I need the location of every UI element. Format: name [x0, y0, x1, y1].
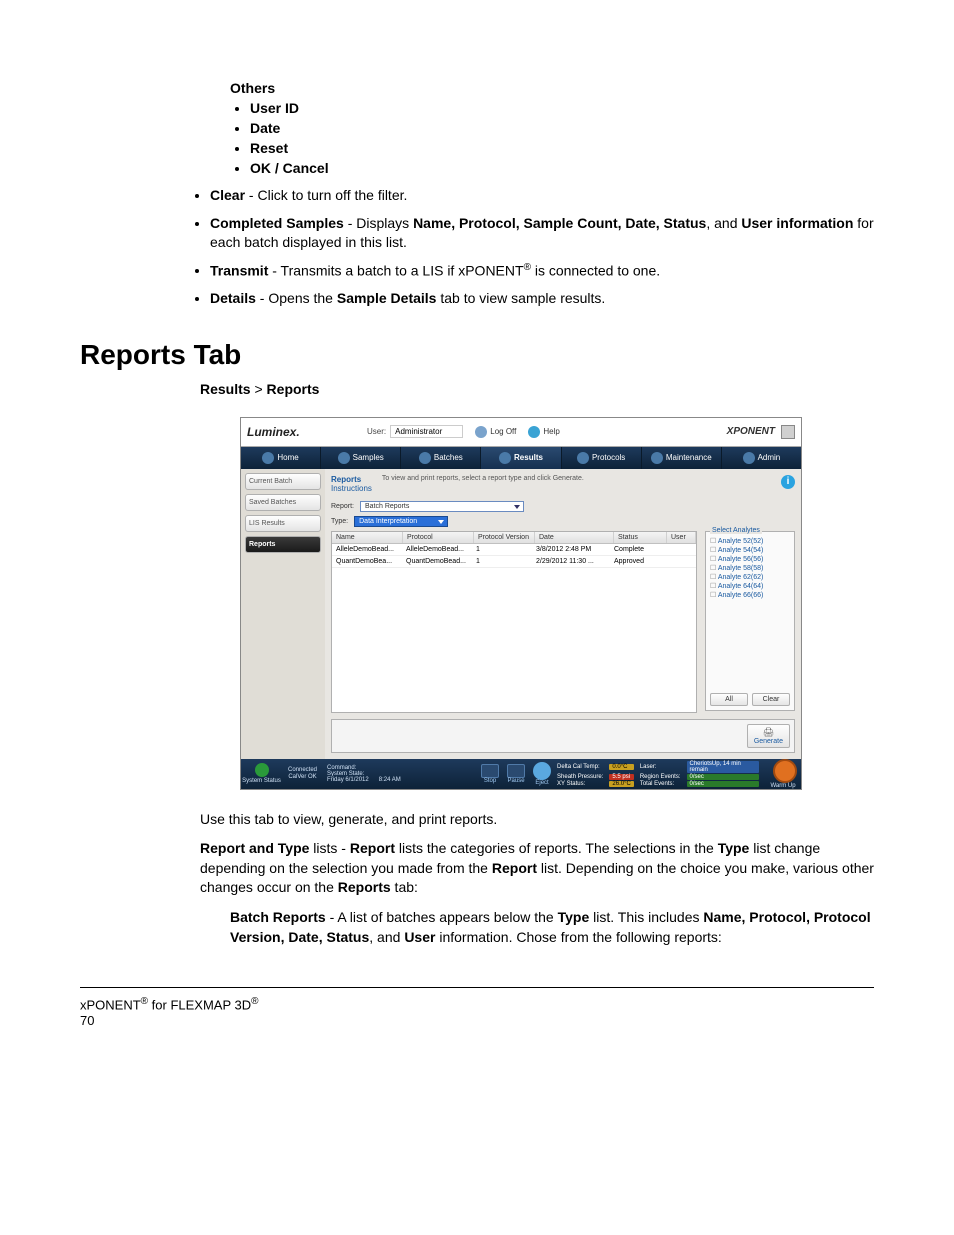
analyte-checkbox[interactable]: Analyte 56(56): [710, 555, 790, 563]
others-heading: Others: [230, 80, 874, 96]
col-protocol-version[interactable]: Protocol Version: [474, 532, 535, 543]
connected-label: Connected: [288, 767, 317, 773]
sidebar-item-reports[interactable]: Reports: [245, 536, 321, 553]
table-row[interactable]: QuantDemoBea... QuantDemoBead... 1 2/29/…: [332, 556, 696, 568]
others-item: Date: [250, 120, 874, 136]
analyte-checkbox[interactable]: Analyte 62(62): [710, 573, 790, 581]
tab-results[interactable]: Results: [481, 447, 561, 469]
sidebar-item-saved-batches[interactable]: Saved Batches: [245, 494, 321, 511]
instructions-heading: Reports Instructions: [331, 475, 372, 493]
col-name[interactable]: Name: [332, 532, 403, 543]
brand-label: XPONENT: [727, 426, 775, 437]
stop-icon: [481, 764, 499, 778]
analytes-title: Select Analytes: [710, 527, 762, 534]
total-events: 0/sec: [687, 781, 760, 787]
analyte-checkbox[interactable]: Analyte 54(54): [710, 546, 790, 554]
user-value: Administrator: [390, 425, 463, 438]
sidebar-item-lis-results[interactable]: LIS Results: [245, 515, 321, 532]
app-logo: Luminex: [247, 425, 337, 439]
others-item: OK / Cancel: [250, 160, 874, 176]
sheath-pressure: 5.5 psi: [609, 774, 633, 780]
page-footer: xPONENT® for FLEXMAP 3D® 70: [80, 987, 874, 1027]
user-label: User:: [367, 427, 386, 436]
clear-button[interactable]: Clear: [752, 693, 790, 706]
page-number: 70: [80, 1013, 94, 1028]
eject-icon: [533, 762, 551, 780]
col-user[interactable]: User: [667, 532, 696, 543]
post-para-3: Batch Reports - A list of batches appear…: [230, 908, 874, 947]
others-list: User ID Date Reset OK / Cancel: [250, 100, 874, 176]
batches-icon: [419, 452, 431, 464]
analyte-checkbox[interactable]: Analyte 58(58): [710, 564, 790, 572]
samples-icon: [338, 452, 350, 464]
main-bullet-list: Clear - Click to turn off the filter. Co…: [210, 186, 874, 309]
info-icon[interactable]: i: [781, 475, 795, 489]
analyte-checkbox[interactable]: Analyte 64(64): [710, 582, 790, 590]
breadcrumb: Results > Reports: [200, 381, 874, 397]
col-date[interactable]: Date: [535, 532, 614, 543]
admin-icon: [743, 452, 755, 464]
bullet-details: Details - Opens the Sample Details tab t…: [210, 289, 874, 309]
tab-batches[interactable]: Batches: [401, 447, 481, 469]
delta-cal-temp: 0.0°C: [609, 764, 633, 770]
status-bar: System Status Connected CalVer OK Comman…: [241, 759, 801, 789]
pause-button[interactable]: Pause: [507, 764, 525, 784]
region-events: 0/sec: [687, 774, 760, 780]
tab-samples[interactable]: Samples: [321, 447, 401, 469]
analyte-checkbox[interactable]: Analyte 52(52): [710, 537, 790, 545]
report-select[interactable]: Batch Reports: [360, 501, 524, 512]
instructions-text: To view and print reports, select a repo…: [382, 475, 584, 482]
post-para-2: Report and Type lists - Report lists the…: [200, 839, 874, 898]
stop-button[interactable]: Stop: [481, 764, 499, 784]
logoff-icon: [475, 426, 487, 438]
help-link[interactable]: Help: [528, 426, 559, 438]
bullet-transmit: Transmit - Transmits a batch to a LIS if…: [210, 261, 874, 281]
maintenance-icon: [651, 452, 663, 464]
page-heading: Reports Tab: [80, 339, 874, 371]
help-icon: [528, 426, 540, 438]
calver-label: CalVer OK: [288, 774, 316, 780]
results-icon: [499, 452, 511, 464]
others-item: Reset: [250, 140, 874, 156]
analyte-checkbox[interactable]: Analyte 66(66): [710, 591, 790, 599]
protocols-icon: [577, 452, 589, 464]
screenshot-app: Luminex User: Administrator Log Off Help…: [240, 417, 802, 790]
table-row[interactable]: AlleleDemoBead... AlleleDemoBead... 1 3/…: [332, 544, 696, 556]
home-icon: [262, 452, 274, 464]
col-status[interactable]: Status: [614, 532, 667, 543]
reports-table: Name Protocol Protocol Version Date Stat…: [331, 531, 697, 713]
generate-button[interactable]: Generate: [747, 724, 790, 748]
warmup-icon[interactable]: [773, 759, 797, 783]
logoff-link[interactable]: Log Off: [475, 426, 516, 438]
eject-button[interactable]: Eject: [533, 762, 551, 786]
type-select[interactable]: Data Interpretation: [354, 516, 448, 527]
others-item: User ID: [250, 100, 874, 116]
bullet-clear: Clear - Click to turn off the filter.: [210, 186, 874, 206]
pause-icon: [507, 764, 525, 778]
warmup-label: Warm Up: [770, 783, 795, 789]
sidebar-item-current-batch[interactable]: Current Batch: [245, 473, 321, 490]
status-ok-icon: [255, 763, 269, 777]
tab-maintenance[interactable]: Maintenance: [642, 447, 722, 469]
select-analytes-panel: Select Analytes Analyte 52(52) Analyte 5…: [705, 531, 795, 711]
main-tabs: Home Samples Batches Results Protocols M…: [241, 447, 801, 469]
laser-status: CheriotsUp, 14 min remain: [687, 761, 760, 773]
sidebar: Current Batch Saved Batches LIS Results …: [241, 469, 325, 759]
window-control-icon[interactable]: [781, 425, 795, 439]
post-para-1: Use this tab to view, generate, and prin…: [200, 810, 874, 830]
type-label: Type:: [331, 518, 348, 525]
all-button[interactable]: All: [710, 693, 748, 706]
system-status-label: System Status: [242, 778, 281, 784]
tab-home[interactable]: Home: [241, 447, 321, 469]
bullet-completed: Completed Samples - Displays Name, Proto…: [210, 214, 874, 253]
report-label: Report:: [331, 503, 354, 510]
xy-status: 26.0°C: [609, 781, 633, 787]
col-protocol[interactable]: Protocol: [403, 532, 474, 543]
tab-protocols[interactable]: Protocols: [562, 447, 642, 469]
tab-admin[interactable]: Admin: [722, 447, 801, 469]
